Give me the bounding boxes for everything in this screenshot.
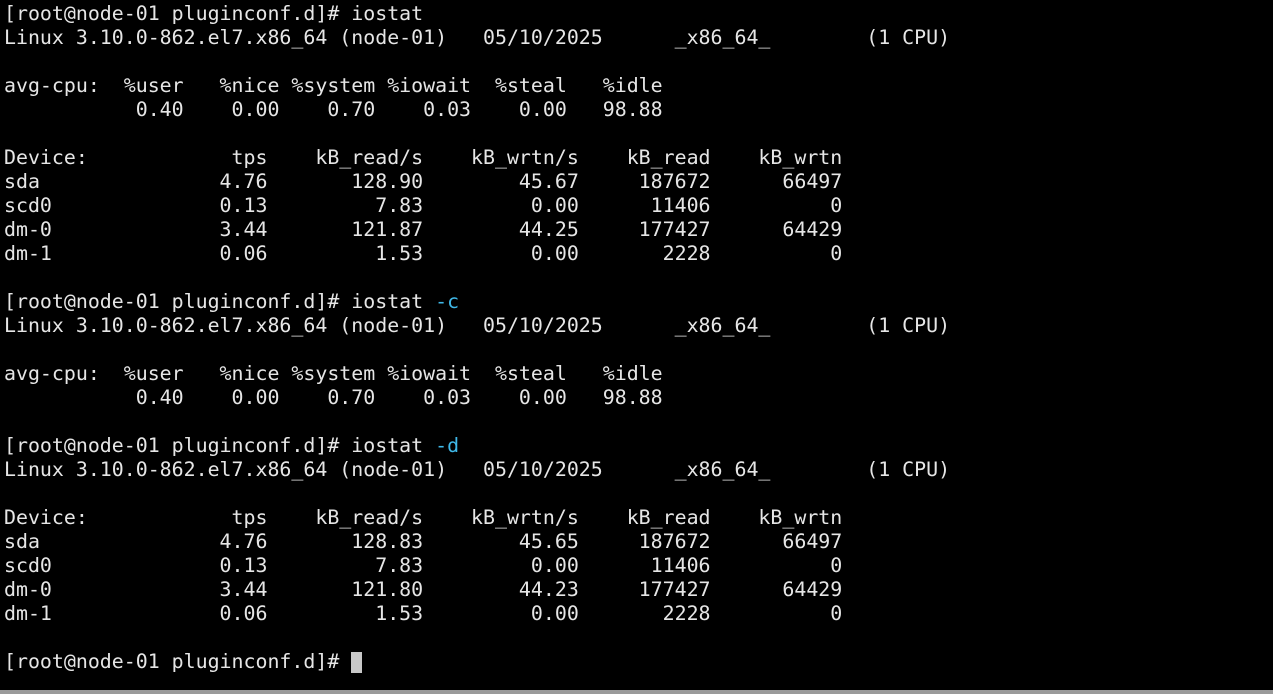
cpu-values-line: 0.40 0.00 0.70 0.03 0.00 98.88 xyxy=(4,98,663,121)
shell-prompt: [root@node-01 pluginconf.d]# xyxy=(4,290,352,313)
system-info-line: Linux 3.10.0-862.el7.x86_64 (node-01) 05… xyxy=(4,458,951,481)
terminal-window[interactable]: [root@node-01 pluginconf.d]# iostat Linu… xyxy=(0,0,1273,694)
system-info-line: Linux 3.10.0-862.el7.x86_64 (node-01) 05… xyxy=(4,26,951,49)
device-row: dm-0 3.44 121.87 44.25 177427 64429 xyxy=(4,218,843,241)
device-header-line: Device: tps kB_read/s kB_wrtn/s kB_read … xyxy=(4,146,843,169)
cpu-values-line: 0.40 0.00 0.70 0.03 0.00 98.88 xyxy=(4,386,663,409)
active-command-line[interactable]: [root@node-01 pluginconf.d]# xyxy=(4,650,1273,674)
device-row: dm-0 3.44 121.80 44.23 177427 64429 xyxy=(4,578,843,601)
shell-prompt: [root@node-01 pluginconf.d]# xyxy=(4,650,352,673)
command-text: iostat xyxy=(351,290,424,313)
command-text: iostat xyxy=(351,2,424,25)
command-flag: -c xyxy=(435,290,460,313)
device-row: sda 4.76 128.90 45.67 187672 66497 xyxy=(4,170,843,193)
command-text: iostat xyxy=(351,434,424,457)
device-row: dm-1 0.06 1.53 0.00 2228 0 xyxy=(4,602,843,625)
system-info-line: Linux 3.10.0-862.el7.x86_64 (node-01) 05… xyxy=(4,314,951,337)
command-line: [root@node-01 pluginconf.d]# iostat xyxy=(4,2,1273,26)
window-bottom-border xyxy=(0,690,1273,694)
device-row: dm-1 0.06 1.53 0.00 2228 0 xyxy=(4,242,843,265)
command-flag: -d xyxy=(435,434,460,457)
cpu-header-line: avg-cpu: %user %nice %system %iowait %st… xyxy=(4,362,663,385)
device-row: scd0 0.13 7.83 0.00 11406 0 xyxy=(4,194,843,217)
shell-prompt: [root@node-01 pluginconf.d]# xyxy=(4,434,352,457)
device-header-line: Device: tps kB_read/s kB_wrtn/s kB_read … xyxy=(4,506,843,529)
command-line: [root@node-01 pluginconf.d]# iostat -c xyxy=(4,290,1273,314)
cpu-header-line: avg-cpu: %user %nice %system %iowait %st… xyxy=(4,74,663,97)
command-line: [root@node-01 pluginconf.d]# iostat -d xyxy=(4,434,1273,458)
device-row: sda 4.76 128.83 45.65 187672 66497 xyxy=(4,530,843,553)
text-cursor[interactable] xyxy=(351,652,363,673)
device-row: scd0 0.13 7.83 0.00 11406 0 xyxy=(4,554,843,577)
shell-prompt: [root@node-01 pluginconf.d]# xyxy=(4,2,352,25)
